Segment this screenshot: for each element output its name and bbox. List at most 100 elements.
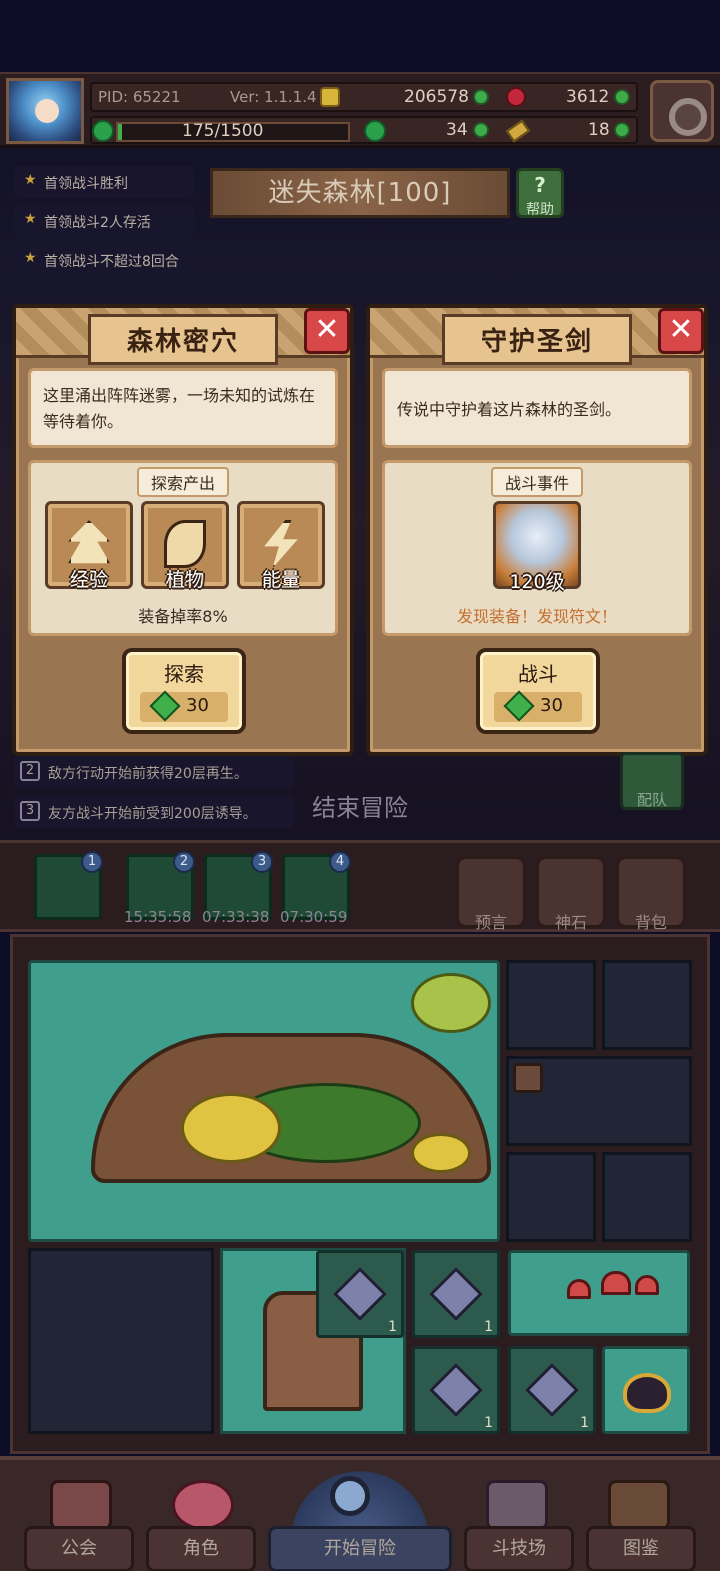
end-adventure-button[interactable]: 结束冒险 [306,760,414,826]
forest-den-tile[interactable] [28,960,500,1242]
enemy-portrait[interactable]: 120级 [493,501,581,593]
godstone-button[interactable]: 神石 [536,856,606,932]
star-icon: ★ [24,172,37,188]
lock-icon [513,1063,543,1093]
clover-icon [364,120,386,142]
nav-codex-button[interactable]: 图鉴 [586,1526,696,1571]
book-icon [608,1480,670,1530]
crystal-tile[interactable]: 1 [316,1250,404,1338]
stamina-progress-fill [118,124,122,140]
battle-button[interactable]: 战斗 30 [476,648,600,734]
prophecy-button[interactable]: 预言 [456,856,526,932]
locked-tile[interactable] [28,1248,214,1434]
explore-button[interactable]: 探索 30 [122,648,246,734]
green-gem-icon [503,690,535,722]
locked-tile[interactable] [506,1056,692,1146]
mushroom-icon [567,1279,591,1299]
crystal-icon [525,1363,579,1417]
close-right-card-button[interactable]: ✕ [658,308,704,354]
chevron-up-icon [68,520,110,564]
small-yellow-plant [411,1133,471,1173]
nav-arena-button[interactable]: 斗技场 [464,1526,574,1571]
card-description: 这里涌出阵阵迷雾，一场未知的试炼在等待着你。 [28,368,338,448]
map-timer: 15:35:58 [124,908,192,926]
nav-guild-button[interactable]: 公会 [24,1526,134,1571]
guild-icon [50,1480,112,1530]
locked-tile[interactable] [506,1152,596,1242]
star-icon: ★ [24,211,37,227]
crystal-icon [333,1267,387,1321]
locked-tile[interactable] [602,1152,692,1242]
discovery-notice: 发现装备！发现符文！ [456,607,617,626]
backpack-button[interactable]: 背包 [616,856,686,932]
stamina-text: 175/1500 [182,121,264,141]
minimap-strip [0,840,720,932]
rule-item: 3 友方战斗开始前受到200层诱导。 [14,796,294,828]
nav-character-button[interactable]: 角色 [146,1526,256,1571]
star-icon: ★ [24,250,37,266]
lightning-icon [264,520,298,568]
action-cost: 30 [494,690,582,722]
quest-item: ★ 首领战斗2人存活 [14,205,194,237]
quest-item: ★ 首领战斗胜利 [14,166,194,198]
quest-item: ★ 首领战斗不超过8回合 [14,244,194,276]
add-red-currency-icon[interactable] [614,89,630,105]
crystal-icon [429,1363,483,1417]
map-timer: 07:30:59 [280,908,348,926]
magnifier-icon [330,1476,370,1516]
game-screen: PID: 65221 Ver: 1.1.1.4 206578 3612 175/… [0,0,720,1571]
crystal-icon [429,1267,483,1321]
add-gold-icon[interactable] [473,89,489,105]
rewards-panel: 探索产出 经验 植物 能量 装备掉率8% [28,460,338,636]
question-icon: ? [534,173,546,197]
battle-label: 战斗事件 [490,467,583,497]
cauldron-tile[interactable] [602,1346,690,1434]
player-avatar[interactable] [6,78,84,144]
version-label: Ver: 1.1.1.4 [230,88,317,106]
mushroom-icon [601,1271,631,1295]
reward-slot-plant[interactable]: 植物 [141,501,229,591]
locked-tile[interactable] [506,960,596,1050]
cauldron-icon [623,1373,671,1413]
energy-clover-icon [92,120,114,142]
reward-slot-exp[interactable]: 经验 [45,501,133,591]
mushroom-tile[interactable] [508,1250,690,1336]
card-title: 守护圣剑 [441,314,632,365]
rule-item: 2 敌方行动开始前获得20层再生。 [14,756,294,788]
locked-tile[interactable] [602,960,692,1050]
action-cost: 30 [140,690,228,722]
rewards-label: 探索产出 [136,467,229,497]
battle-panel: 战斗事件 120级 发现装备！发现符文！ [382,460,692,636]
key-amount: 18 [588,120,610,140]
coin-icon [320,87,340,107]
nav-start-adventure-button[interactable]: 开始冒险 [268,1526,452,1571]
stage-title: 迷失森林[100] [210,168,510,218]
drop-rate: 装备掉率8% [138,607,228,626]
crystal-tile[interactable]: 1 [412,1346,500,1434]
map-timer: 07:33:38 [202,908,270,926]
close-left-card-button[interactable]: ✕ [304,308,350,354]
card-header: 森林密穴 [16,308,350,365]
crystal-tile[interactable]: 1 [508,1346,596,1434]
add-key-icon[interactable] [614,122,630,138]
crossed-swords-icon [486,1480,548,1530]
card-description: 传说中守护着这片森林的圣剑。 [382,368,692,448]
red-orb-icon [506,87,526,107]
battle-event-card: 守护圣剑 传说中守护着这片森林的圣剑。 战斗事件 120级 发现装备！发现符文！… [366,304,708,756]
settings-gear-icon[interactable] [650,80,714,142]
reward-slot-energy[interactable]: 能量 [237,501,325,591]
map-slot[interactable]: 1 [34,851,103,920]
card-title: 森林密穴 [87,314,278,365]
character-icon [172,1480,234,1530]
crystal-tile[interactable]: 1 [412,1250,500,1338]
clover-amount: 34 [446,120,468,140]
enemy-level: 120级 [509,571,565,593]
explore-event-card: 森林密穴 这里涌出阵阵迷雾，一场未知的试炼在等待着你。 探索产出 经验 植物 能… [12,304,354,756]
yellow-plant [181,1093,281,1163]
player-id: PID: 65221 [98,88,181,106]
team-button[interactable]: 配队 [620,752,684,810]
tree-canopy [411,973,491,1033]
add-clover-icon[interactable] [473,122,489,138]
help-button[interactable]: ? 帮助 [516,168,564,218]
leaf-icon [164,520,206,568]
